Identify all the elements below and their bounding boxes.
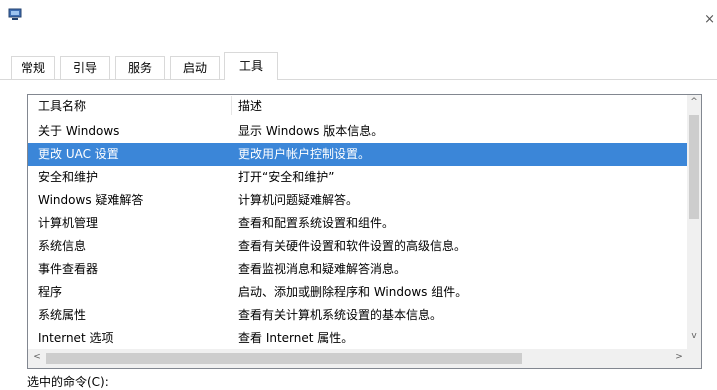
tab-services[interactable]: 服务	[115, 56, 165, 79]
tool-description: 计算机问题疑难解答。	[238, 193, 359, 207]
list-item-selected[interactable]: 更改 UAC 设置 更改用户帐户控制设置。	[28, 143, 689, 166]
tool-name: 事件查看器	[38, 262, 99, 276]
scrollbar-corner	[687, 349, 701, 368]
tool-description: 显示 Windows 版本信息。	[238, 124, 384, 138]
selected-command-label: 选中的命令(C):	[27, 375, 109, 389]
tool-name: 计算机管理	[38, 216, 99, 230]
column-divider[interactable]	[231, 96, 232, 115]
list-item[interactable]: Internet 选项 查看 Internet 属性。	[28, 327, 689, 350]
horizontal-scrollbar[interactable]: < >	[28, 349, 689, 368]
horizontal-scroll-thumb[interactable]	[46, 353, 522, 364]
column-header-description[interactable]: 描述	[238, 95, 262, 118]
list-item[interactable]: 安全和维护 打开“安全和维护”	[28, 166, 689, 189]
tool-description: 查看 Internet 属性。	[238, 331, 354, 345]
tab-general[interactable]: 常规	[11, 56, 55, 79]
tool-name: 系统属性	[38, 308, 87, 322]
tool-name: 关于 Windows	[38, 124, 120, 138]
scroll-down-icon[interactable]: v	[687, 331, 701, 341]
column-header-tool-name[interactable]: 工具名称	[38, 95, 86, 118]
tool-description: 查看和配置系统设置和组件。	[238, 216, 395, 230]
scroll-left-icon[interactable]: <	[32, 352, 42, 362]
list-header: 工具名称 描述	[28, 95, 689, 118]
tool-name: 更改 UAC 设置	[38, 147, 119, 161]
tool-name: 程序	[38, 285, 63, 299]
scroll-right-icon[interactable]: >	[674, 352, 684, 362]
scroll-up-icon[interactable]: ^	[687, 97, 701, 107]
list-item[interactable]: 计算机管理 查看和配置系统设置和组件。	[28, 212, 689, 235]
tool-name: 安全和维护	[38, 170, 99, 184]
list-item[interactable]: Windows 疑难解答 计算机问题疑难解答。	[28, 189, 689, 212]
tab-startup[interactable]: 启动	[170, 56, 220, 79]
tools-listview[interactable]: 工具名称 描述 关于 Windows 显示 Windows 版本信息。 更改 U…	[27, 94, 702, 369]
list-item[interactable]: 关于 Windows 显示 Windows 版本信息。	[28, 120, 689, 143]
close-icon[interactable]: ×	[704, 12, 715, 27]
tool-description: 打开“安全和维护”	[238, 170, 335, 184]
list-item[interactable]: 程序 启动、添加或删除程序和 Windows 组件。	[28, 281, 689, 304]
list-item[interactable]: 事件查看器 查看监视消息和疑难解答消息。	[28, 258, 689, 281]
tool-name: Internet 选项	[38, 331, 114, 345]
tool-description: 更改用户帐户控制设置。	[238, 147, 371, 161]
vertical-scrollbar[interactable]: ^ v	[687, 95, 701, 350]
tab-boot[interactable]: 引导	[60, 56, 110, 79]
tab-strip: 常规 引导 服务 启动 工具	[0, 50, 717, 80]
tool-description: 查看有关硬件设置和软件设置的高级信息。	[238, 239, 467, 253]
vertical-scroll-thumb[interactable]	[689, 115, 699, 219]
tool-description: 查看监视消息和疑难解答消息。	[238, 262, 407, 276]
tab-tools[interactable]: 工具	[224, 52, 278, 80]
list-item[interactable]: 系统信息 查看有关硬件设置和软件设置的高级信息。	[28, 235, 689, 258]
list-item[interactable]: 系统属性 查看有关计算机系统设置的基本信息。	[28, 304, 689, 327]
tool-name: Windows 疑难解答	[38, 193, 144, 207]
tool-description: 查看有关计算机系统设置的基本信息。	[238, 308, 443, 322]
tool-name: 系统信息	[38, 239, 87, 253]
system-config-icon	[8, 8, 22, 20]
tool-description: 启动、添加或删除程序和 Windows 组件。	[238, 285, 468, 299]
